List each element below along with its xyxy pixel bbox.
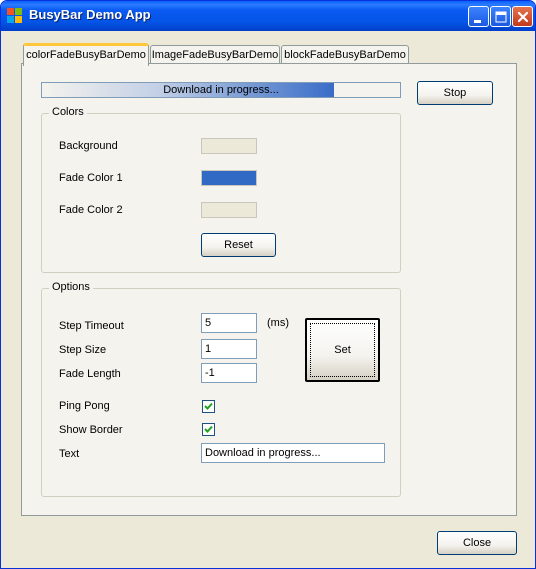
checkmark-icon <box>204 425 213 433</box>
minimize-icon <box>474 20 481 23</box>
busy-bar-text: Download in progress... <box>163 84 279 96</box>
colors-group-title: Colors <box>49 106 87 118</box>
reset-button[interactable]: Reset <box>201 233 276 257</box>
background-label: Background <box>59 140 118 152</box>
close-icon <box>517 11 529 23</box>
show-border-checkbox[interactable] <box>202 423 215 436</box>
fade-color-1-label: Fade Color 1 <box>59 172 123 184</box>
fade-length-input[interactable]: -1 <box>201 363 257 383</box>
set-button[interactable]: Set <box>305 318 380 382</box>
busy-bar: Download in progress... <box>41 82 401 98</box>
step-timeout-input[interactable]: 5 <box>201 313 257 333</box>
text-label: Text <box>59 448 80 460</box>
fade-color-1-swatch[interactable] <box>201 170 257 186</box>
stop-button[interactable]: Stop <box>417 81 493 105</box>
fade-length-label: Fade Length <box>59 368 121 380</box>
tab-block-fade[interactable]: blockFadeBusyBarDemo <box>281 45 409 65</box>
app-window: BusyBar Demo App colorFadeBusyBarDemo Im… <box>0 0 536 569</box>
checkmark-icon <box>204 402 213 410</box>
window-title: BusyBar Demo App <box>29 7 151 22</box>
ping-pong-checkbox[interactable] <box>202 400 215 413</box>
ping-pong-label: Ping Pong <box>59 400 110 412</box>
step-timeout-label: Step Timeout <box>59 320 124 332</box>
step-size-input[interactable]: 1 <box>201 339 257 359</box>
minimize-button[interactable] <box>468 6 489 27</box>
maximize-icon <box>495 11 507 23</box>
close-button[interactable]: Close <box>437 531 517 555</box>
tab-image-fade[interactable]: ImageFadeBusyBarDemo <box>150 45 280 65</box>
tab-color-fade[interactable]: colorFadeBusyBarDemo <box>23 43 149 66</box>
close-window-button[interactable] <box>512 6 533 27</box>
show-border-label: Show Border <box>59 424 123 436</box>
windows-logo-icon <box>7 8 23 24</box>
step-timeout-unit: (ms) <box>267 317 289 329</box>
step-size-label: Step Size <box>59 344 107 356</box>
fade-color-2-label: Fade Color 2 <box>59 204 123 216</box>
options-group-title: Options <box>49 281 93 293</box>
title-bar[interactable]: BusyBar Demo App <box>1 1 535 31</box>
fade-color-2-swatch[interactable] <box>201 202 257 218</box>
maximize-button[interactable] <box>490 6 511 27</box>
text-input[interactable]: Download in progress... <box>201 443 385 463</box>
background-color-swatch[interactable] <box>201 138 257 154</box>
